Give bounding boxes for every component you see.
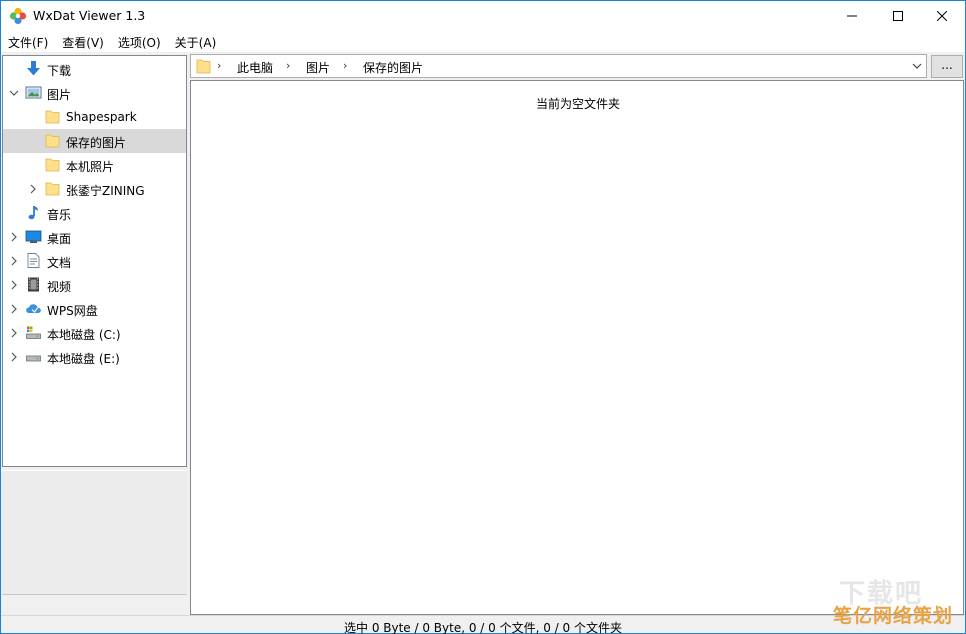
chevron-right-icon[interactable] <box>9 279 19 291</box>
tree-item-label: 下载 <box>47 64 72 78</box>
tree-item-label: 本地磁盘 (C:) <box>47 328 121 342</box>
tree-item-label: 文档 <box>47 256 72 270</box>
maximize-button[interactable] <box>875 1 921 31</box>
folder-icon <box>45 158 60 172</box>
title-bar[interactable]: WxDat Viewer 1.3 <box>1 1 965 31</box>
tree-item-camera-roll[interactable]: 本机照片 <box>3 153 186 177</box>
menu-about[interactable]: 关于(A) <box>168 31 224 52</box>
breadcrumb-separator-icon: › <box>286 59 291 72</box>
tree-item-label: WPS网盘 <box>47 304 98 318</box>
tree-item-label: 本地磁盘 (E:) <box>47 352 120 366</box>
desktop-icon <box>25 230 42 243</box>
folder-icon <box>45 182 60 196</box>
tree-item-saved-pictures[interactable]: 保存的图片 <box>3 129 186 153</box>
tree-item-drive-c[interactable]: 本地磁盘 (C:) <box>3 321 186 345</box>
pane-divider <box>2 594 187 595</box>
tree-item-shapespark[interactable]: Shapespark <box>3 105 186 129</box>
watermark-line2: 笔亿网络策划 <box>833 605 954 627</box>
cloud-drive-icon <box>26 304 41 313</box>
chevron-right-icon[interactable] <box>28 183 38 195</box>
app-logo-icon <box>9 7 27 25</box>
app-window: WxDat Viewer 1.3 文件(F) 查看(V) 选项(O) 关于(A)… <box>0 0 966 634</box>
watermark: 下载吧 笔亿网络策划 <box>833 573 963 629</box>
menu-options[interactable]: 选项(O) <box>111 31 168 52</box>
minimize-icon <box>847 15 857 17</box>
breadcrumb-separator-icon: › <box>217 59 222 72</box>
tree-item-pictures[interactable]: 图片 <box>3 81 186 105</box>
tree-item-label: 音乐 <box>47 208 72 222</box>
window-title: WxDat Viewer 1.3 <box>33 8 146 23</box>
tree-item-videos[interactable]: 视频 <box>3 273 186 297</box>
folder-icon <box>45 134 60 148</box>
breadcrumb-pictures[interactable]: 图片 <box>306 59 330 76</box>
chevron-right-icon[interactable] <box>9 327 19 339</box>
chevron-down-icon[interactable] <box>9 87 19 99</box>
folder-icon <box>196 59 211 74</box>
breadcrumb-saved-pictures[interactable]: 保存的图片 <box>363 59 423 76</box>
chevron-right-icon[interactable] <box>9 303 19 315</box>
video-icon <box>28 277 39 292</box>
tree-item-label: 张鋈宁ZINING <box>66 184 145 198</box>
close-button[interactable] <box>919 1 965 31</box>
file-list[interactable]: 当前为空文件夹 <box>190 80 964 615</box>
browse-button[interactable]: ... <box>931 55 963 78</box>
breadcrumb-this-pc[interactable]: 此电脑 <box>237 59 273 76</box>
music-note-icon <box>28 206 38 220</box>
drive-icon <box>26 355 41 362</box>
menu-view[interactable]: 查看(V) <box>55 31 111 52</box>
close-icon <box>937 11 947 21</box>
tree-item-desktop[interactable]: 桌面 <box>3 225 186 249</box>
chevron-right-icon[interactable] <box>9 351 19 363</box>
tree-item-label: 视频 <box>47 280 72 294</box>
download-arrow-icon <box>27 61 40 76</box>
menu-bar: 文件(F) 查看(V) 选项(O) 关于(A) <box>1 31 965 52</box>
status-text: 选中 0 Byte / 0 Byte, 0 / 0 个文件, 0 / 0 个文件… <box>344 621 622 634</box>
address-bar[interactable]: › 此电脑 › 图片 › 保存的图片 <box>190 54 927 78</box>
empty-folder-message: 当前为空文件夹 <box>535 97 620 111</box>
tree-item-drive-e[interactable]: 本地磁盘 (E:) <box>3 345 186 369</box>
tree-item-label: 桌面 <box>47 232 72 246</box>
tree-item-label: Shapespark <box>66 110 137 124</box>
breadcrumb-separator-icon: › <box>343 59 348 72</box>
document-icon <box>27 253 40 268</box>
tree-item-documents[interactable]: 文档 <box>3 249 186 273</box>
tree-item-zining[interactable]: 张鋈宁ZINING <box>3 177 186 201</box>
pictures-icon <box>25 86 42 99</box>
preview-pane <box>2 470 187 594</box>
status-bar: 选中 0 Byte / 0 Byte, 0 / 0 个文件, 0 / 0 个文件… <box>1 615 965 634</box>
chevron-down-icon[interactable] <box>912 62 922 70</box>
minimize-button[interactable] <box>829 1 875 31</box>
chevron-right-icon[interactable] <box>9 231 19 243</box>
tree-item-wps-drive[interactable]: WPS网盘 <box>3 297 186 321</box>
tree-item-label: 图片 <box>47 88 72 102</box>
folder-icon <box>45 110 60 124</box>
system-drive-icon <box>26 326 41 339</box>
menu-file[interactable]: 文件(F) <box>1 31 55 52</box>
tree-item-downloads[interactable]: 下载 <box>3 57 186 81</box>
folder-tree[interactable]: 下载 图片 Shapespark 保存的图片 本机照片 张鋈宁ZINING 音乐… <box>2 55 187 467</box>
tree-item-music[interactable]: 音乐 <box>3 201 186 225</box>
tree-item-label: 本机照片 <box>66 160 115 174</box>
maximize-icon <box>893 11 903 21</box>
tree-item-label: 保存的图片 <box>66 136 127 150</box>
chevron-right-icon[interactable] <box>9 255 19 267</box>
